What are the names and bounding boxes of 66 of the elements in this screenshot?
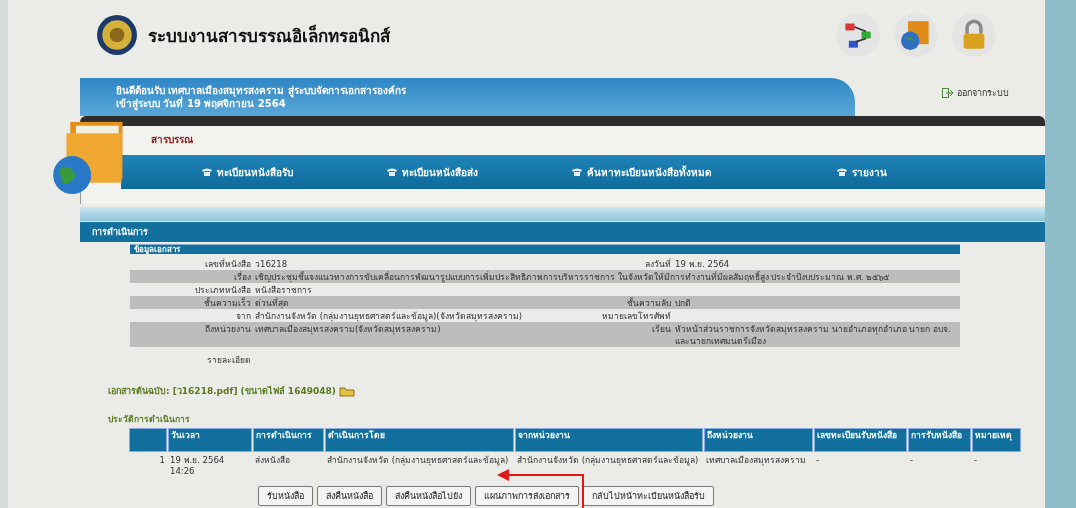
phone-icon: [386, 167, 398, 177]
phone-icon: [571, 167, 583, 177]
field-label: เรื่อง: [233, 270, 252, 283]
column-header: ดำเนินการโดย: [325, 428, 514, 452]
field-label: รายละเอียด: [206, 354, 252, 366]
column-header: เลขทะเบียนรับหนังสือ: [814, 428, 907, 452]
column-header: หมายเหตุ: [972, 428, 1021, 452]
phone-icon: [836, 167, 848, 177]
field-label: หมายเลขโทรศัพท์: [601, 310, 672, 322]
field-value: ด่วนที่สุด: [255, 298, 289, 308]
field-value: 19 พ.ย. 2564: [675, 259, 730, 269]
action-button[interactable]: ส่งคืนหนังสือ: [317, 486, 382, 506]
action-button[interactable]: แผนภาพการส่งเอกสาร: [475, 486, 579, 506]
action-button[interactable]: ส่งคืนหนังสือไปยัง: [386, 486, 471, 506]
welcome-text: ยินดีต้อนรับ เทศบาลเมืองสมุทรสงคราม สู่ระบบจัดการเอกสารองค์กร: [116, 84, 407, 97]
field-label: ประเภทหนังสือ: [194, 284, 252, 296]
field-label: เรียน: [651, 323, 672, 336]
action-button[interactable]: กลับไปหน้าทะเบียนหนังสือรับ: [583, 486, 714, 506]
section-title: สารบรรณ: [150, 133, 194, 147]
padlock-icon[interactable]: [951, 12, 997, 58]
phone-icon: [201, 167, 213, 177]
table-cell-text: -: [815, 454, 821, 467]
history-title: ประวัติการดำเนินการ: [108, 413, 191, 426]
diagram-icon[interactable]: [835, 12, 881, 58]
field-value: ปกติ: [675, 298, 691, 308]
menu-item[interactable]: รายงาน: [836, 164, 1021, 180]
field-label: ชั้นความเร็ว: [203, 296, 252, 309]
panel-title: การดำเนินการ: [92, 226, 148, 239]
menu-item[interactable]: ทะเบียนหนังสือรับ: [201, 164, 386, 180]
column-header: การดำเนินการ: [253, 428, 324, 452]
field-value: ว16218: [255, 259, 288, 269]
column-header: จากหน่วยงาน: [515, 428, 703, 452]
column-header: ถึงหน่วยงาน: [704, 428, 813, 452]
field-value: หนังสือราชการ: [255, 285, 312, 295]
field-label: ชั้นความลับ: [626, 296, 672, 309]
column-header: [129, 428, 167, 452]
column-header: วันเวลา: [168, 428, 252, 452]
table-cell-text: ส่งหนังสือ: [254, 454, 291, 467]
app-title: ระบบงานสารบรรณอิเล็กทรอนิกส์: [148, 23, 390, 48]
table-cell-text: เทศบาลเมืองสมุทรสงคราม: [705, 454, 807, 468]
field-value: หัวหน้าส่วนราชการจังหวัดสมุทรสงคราม นายอำเภอทุกอำเภอ นายก อบจ. และนายกเทศมนตรีเมือง: [675, 324, 951, 346]
field-label: ถึงหน่วยงาน: [204, 323, 252, 336]
field-value: เชิญประชุมชี้แจงแนวทางการขับเคลื่อนการพัฒนารูปแบบการเพิ่มประสิทธิภาพการบริหารราชการ ในจังหวัดให้มีการทำงานที่มีผลสัมฤทธิ์สูง ประจำปีงบประมาณ พ.ศ. ๒๕๖๕: [255, 272, 890, 282]
exit-icon: [942, 88, 954, 98]
field-label: จาก: [235, 310, 252, 322]
action-button[interactable]: รับหนังสือ: [258, 486, 313, 506]
logout-link[interactable]: ออกจากระบบ: [942, 86, 1009, 100]
attachment-link[interactable]: เอกสารต้นฉบับ: [ว16218.pdf] (ขนาดไฟล์ 1649048): [108, 384, 336, 398]
field-value: สำนักงานจังหวัด (กลุ่มงานยุทธศาสตร์และข้อมูล)(จังหวัดสมุทรสงคราม): [255, 311, 522, 321]
welcome-text: เข้าสู่ระบบ วันที่ 19 พฤศจิกายน 2564: [116, 97, 287, 110]
table-cell-text: -: [973, 454, 979, 467]
field-label: เลขที่หนังสือ: [204, 257, 252, 270]
table-cell-text: สำนักงานจังหวัด (กลุ่มงานยุทธศาสตร์และข้อมูล): [516, 454, 700, 468]
folder-globe-icon[interactable]: [893, 12, 939, 58]
column-header: การรับหนังสือ: [908, 428, 971, 452]
table-cell-text: สำนักงานจังหวัด (กลุ่มงานยุทธศาสตร์และข้อมูล): [326, 454, 510, 468]
table-cell-text: -: [909, 454, 915, 467]
field-value: เทศบาลเมืองสมุทรสงคราม(จังหวัดสมุทรสงคราม): [255, 324, 441, 334]
folder-icon[interactable]: [338, 385, 355, 397]
subsection-title: ข้อมูลเอกสาร: [134, 244, 180, 256]
field-label: ลงวันที่: [644, 257, 672, 270]
table-cell-text: 19 พ.ย. 2564 14:26: [169, 454, 226, 478]
emblem-icon: [96, 14, 138, 56]
menu-item[interactable]: ทะเบียนหนังสือส่ง: [386, 164, 571, 180]
menu-item[interactable]: ค้นหาทะเบียนหนังสือทั้งหมด: [571, 164, 836, 180]
table-cell-text: 1: [158, 454, 166, 467]
